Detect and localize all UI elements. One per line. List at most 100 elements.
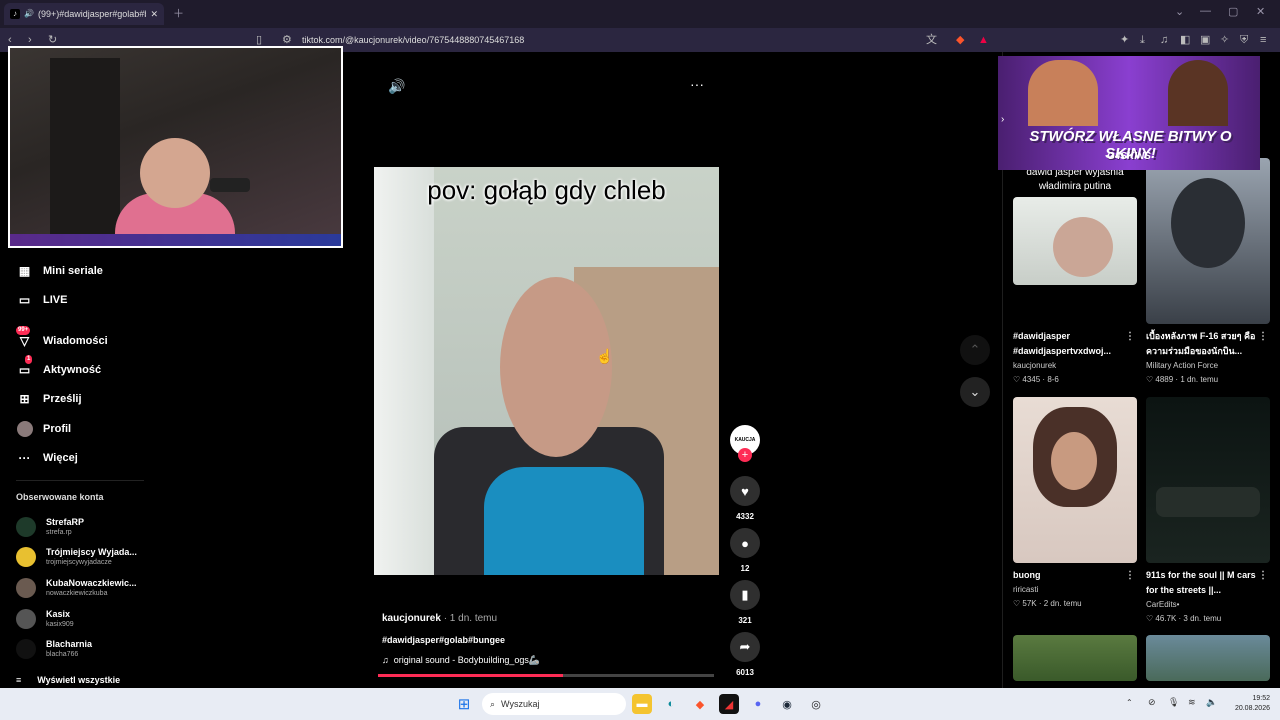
- recommended-card-thumb-top[interactable]: [1146, 158, 1270, 324]
- extensions-icon[interactable]: ✦: [1120, 33, 1129, 47]
- wifi-icon[interactable]: ≋: [1188, 697, 1196, 708]
- network-icon[interactable]: ⊘: [1148, 697, 1156, 708]
- creator-avatar-button[interactable]: KAUCJA +: [729, 425, 761, 462]
- close-window-button[interactable]: ✕: [1256, 5, 1265, 18]
- recommended-card[interactable]: dawid jasper wyjaśnia władimira putina: [1013, 166, 1137, 285]
- video-author[interactable]: kaucjonurek: [382, 613, 441, 624]
- card-more-icon[interactable]: ⋮: [1258, 568, 1268, 583]
- windows-start-icon[interactable]: ⊞: [454, 694, 474, 714]
- recommended-card[interactable]: 911s for the soul || M cars for the stre…: [1146, 397, 1270, 626]
- downloads-icon[interactable]: ⤓: [1140, 33, 1145, 47]
- url-field[interactable]: tiktok.com/@kaucjonurek/video/7675448880…: [272, 31, 992, 49]
- close-tab-icon[interactable]: ✕: [150, 9, 158, 20]
- account-name: Kasix: [46, 609, 71, 619]
- new-tab-button[interactable]: ＋: [173, 5, 184, 21]
- followed-account[interactable]: Kasix kasix909: [16, 609, 74, 629]
- next-video-button[interactable]: ⌄: [960, 377, 990, 407]
- like-button[interactable]: ♥ 4332: [729, 476, 761, 521]
- followed-account[interactable]: StrefaRP strefa.rp: [16, 517, 84, 537]
- ad-fighter-right: [1168, 60, 1228, 126]
- vpn-shield-icon[interactable]: ⛨: [1240, 33, 1248, 47]
- video-author-row[interactable]: kaucjonurek · 1 dn. temu: [382, 613, 497, 624]
- sidebar-item-activity[interactable]: ▭ 1 Aktywność: [16, 355, 102, 378]
- card-author: riricasti: [1013, 585, 1039, 594]
- account-name: StrefaRP: [46, 517, 85, 527]
- share-button[interactable]: ➦ 6013: [729, 632, 761, 677]
- sidebar-item-label: Prześlij: [43, 392, 82, 405]
- discord-icon[interactable]: ●: [748, 694, 768, 714]
- card-stats: ♡ 4345 · 8-6: [1013, 375, 1059, 384]
- terminal-app-icon[interactable]: ◢: [719, 694, 739, 714]
- minimize-button[interactable]: —: [1200, 5, 1211, 17]
- brave-rewards-icon[interactable]: ▲: [978, 33, 989, 47]
- followed-account[interactable]: Blacharnia blacha766: [16, 639, 92, 659]
- sidebar-item-profile[interactable]: Profil: [16, 420, 71, 437]
- wallet-icon[interactable]: ▣: [1200, 33, 1210, 47]
- follow-plus-icon[interactable]: +: [738, 448, 752, 462]
- sidebar-item-more[interactable]: ··· Więcej: [16, 449, 78, 466]
- menu-icon[interactable]: ≡: [1260, 33, 1266, 47]
- card-more-icon[interactable]: ⋮: [1125, 329, 1135, 344]
- leo-ai-icon[interactable]: ✧: [1220, 33, 1229, 47]
- bookmark-icon[interactable]: ▯: [256, 33, 262, 47]
- live-icon: ▭: [18, 292, 31, 307]
- sidebar-item-mini-series[interactable]: ▦ Mini seriale: [16, 262, 103, 279]
- video-progress-bar[interactable]: [378, 674, 714, 677]
- volume-icon[interactable]: 🔊: [388, 78, 405, 95]
- reload-icon[interactable]: ↻: [48, 33, 57, 47]
- obs-icon[interactable]: ◎: [806, 694, 826, 714]
- recommended-card[interactable]: [1013, 635, 1137, 681]
- sidebar-toggle-icon[interactable]: ◧: [1180, 33, 1190, 47]
- webcam-background: [50, 58, 120, 238]
- video-progress-fill: [378, 674, 563, 677]
- recommended-card[interactable]: #dawidjasper #dawidjaspertvxdwoj... ⋮ kau…: [1013, 329, 1137, 387]
- video-hashtags[interactable]: #dawidjasper#golab#bungee: [382, 635, 505, 645]
- sidebar-item-label: Mini seriale: [43, 264, 103, 277]
- comment-button[interactable]: ● 12: [729, 528, 761, 573]
- previous-video-button[interactable]: ⌃: [960, 335, 990, 365]
- system-clock[interactable]: 19:52 20.08.2026: [1226, 694, 1270, 714]
- microphone-tray-icon[interactable]: 🎙: [1168, 697, 1179, 708]
- volume-tray-icon[interactable]: 🔈: [1206, 697, 1217, 708]
- messages-icon: ▽ 99+: [16, 326, 31, 348]
- video-caption-overlay: pov: gołąb gdy chleb: [427, 175, 666, 205]
- steam-icon[interactable]: ◉: [777, 694, 797, 714]
- avatar: [16, 639, 36, 659]
- file-explorer-icon[interactable]: ▬: [632, 694, 652, 714]
- ad-banner[interactable]: STWÓRZ WŁASNE BITWY O SKINY! G4SKINS: [998, 56, 1260, 170]
- save-button[interactable]: ▮ 321: [729, 580, 761, 625]
- brave-icon[interactable]: ◆: [690, 694, 710, 714]
- back-icon[interactable]: ‹: [8, 33, 12, 47]
- translate-icon[interactable]: 文: [926, 33, 937, 47]
- media-icon[interactable]: ♫: [1160, 33, 1168, 47]
- edge-icon[interactable]: ◐: [661, 694, 681, 714]
- maximize-button[interactable]: ▢: [1228, 5, 1238, 18]
- sidebar-item-messages[interactable]: ▽ 99+ Wiadomości: [16, 326, 108, 349]
- mini-series-icon: ▦: [18, 263, 31, 278]
- show-all-following-link[interactable]: ≡ Wyświetl wszystkie: [16, 675, 120, 685]
- activity-icon: ▭ 1: [18, 355, 33, 377]
- card-more-icon[interactable]: ⋮: [1258, 329, 1268, 344]
- recommended-card[interactable]: เบื้องหลังภาพ F-16 สวยๆ คือความร่วมมือขอ…: [1146, 329, 1270, 387]
- forward-icon[interactable]: ›: [28, 33, 32, 47]
- ad-brand-logo: G4SKINS: [1107, 151, 1151, 162]
- video-player[interactable]: pov: gołąb gdy chleb: [374, 167, 719, 575]
- followed-account[interactable]: Trójmiejscy Wyjada... trojmiejscywyjadacz…: [16, 547, 137, 567]
- sidebar-item-live[interactable]: ▭ LIVE: [16, 291, 68, 308]
- ad-prev-arrow-icon[interactable]: ›: [1001, 114, 1004, 125]
- followed-account[interactable]: KubaNowaczkiewic... nowaczkiewiczkuba: [16, 578, 137, 598]
- clock-date: 20.08.2026: [1234, 705, 1270, 712]
- taskbar-search[interactable]: ⌕ Wyszukaj: [482, 693, 626, 715]
- sidebar-item-upload[interactable]: ⊞ Prześlij: [16, 390, 82, 407]
- tray-overflow-icon[interactable]: ⌃: [1126, 698, 1133, 707]
- sidebar-item-label: Aktywność: [43, 363, 102, 376]
- browser-tab[interactable]: ♪ 🔊 (99+)#dawidjasper#golab#bu ✕: [4, 3, 164, 25]
- video-sound-row[interactable]: ♫ original sound - Bodybuilding_ogs🦾: [382, 655, 540, 666]
- tab-list-icon[interactable]: ⌄: [1175, 5, 1184, 18]
- site-info-icon[interactable]: ⚙: [282, 33, 292, 47]
- more-options-icon[interactable]: ···: [690, 76, 704, 92]
- recommended-card[interactable]: buong ⋮ riricasti ♡ 57K · 2 dn. temu: [1013, 397, 1137, 611]
- card-more-icon[interactable]: ⋮: [1125, 568, 1135, 583]
- brave-shield-icon[interactable]: ◆: [956, 33, 964, 47]
- recommended-card[interactable]: [1146, 635, 1270, 681]
